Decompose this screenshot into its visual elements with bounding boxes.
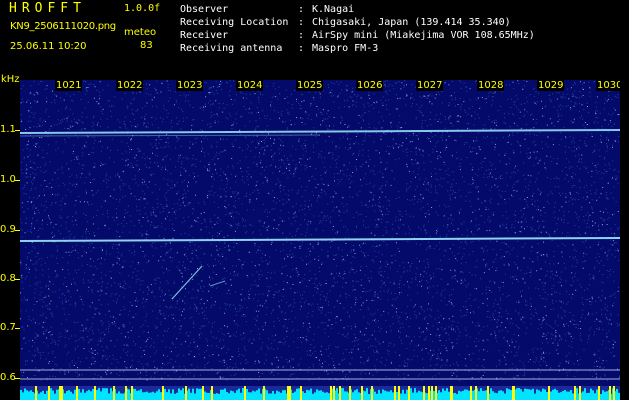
datetime-label: 25.06.11 10:20 — [10, 41, 87, 52]
minute-label-1025: 1025 — [296, 80, 324, 91]
minute-label-1021: 1021 — [55, 80, 83, 91]
y-label-0.7: 0.7 — [0, 322, 16, 333]
minute-label-1023: 1023 — [176, 80, 204, 91]
spectrogram-plot — [20, 80, 620, 400]
y-label-1.1: 1.1 — [0, 124, 16, 135]
app-title: HROFFT — [9, 1, 86, 16]
signal-trace-upper — [20, 129, 620, 134]
meteor-echo-1 — [171, 265, 203, 300]
spectrogram-svg — [20, 80, 620, 400]
minute-label-1026: 1026 — [356, 80, 384, 91]
meteor-count: 83 — [140, 40, 153, 51]
version-label: 1.0.0f — [124, 3, 161, 14]
minute-label-1027: 1027 — [416, 80, 444, 91]
y-axis-unit: kHz — [1, 74, 20, 85]
info-row-antenna: Receiving antenna: Maspro FM-3 — [180, 43, 379, 54]
minute-label-1029: 1029 — [537, 80, 565, 91]
minute-label-1024: 1024 — [236, 80, 264, 91]
info-row-receiver: Receiver: AirSpy mini (Miakejima VOR 108.… — [180, 30, 535, 41]
y-label-0.6: 0.6 — [0, 372, 16, 383]
meteor-echo-2 — [209, 280, 226, 287]
y-label-1.0: 1.0 — [0, 174, 16, 185]
noise-bright-speckle — [20, 80, 620, 381]
noise-speckle — [20, 80, 620, 381]
y-label-0.9: 0.9 — [0, 224, 16, 235]
filename-label: KN9_2506111020.png — [10, 21, 116, 32]
info-row-location: Receiving Location: Chigasaki, Japan (139… — [180, 17, 511, 28]
minute-label-1022: 1022 — [116, 80, 144, 91]
observation-info: Observer: K.Nagai Receiving Location: Chig… — [180, 3, 535, 55]
signal-trace-upper-faint — [20, 134, 321, 137]
y-label-0.8: 0.8 — [0, 273, 16, 284]
right-margin — [620, 74, 629, 400]
header-panel: HROFFT 1.0.0f KN9_2506111020.png 25.06.1… — [0, 0, 629, 74]
info-row-observer: Observer: K.Nagai — [180, 4, 355, 15]
signal-trace-middle — [20, 237, 620, 242]
minute-label-1028: 1028 — [477, 80, 505, 91]
meteor-label: meteo — [124, 27, 157, 38]
